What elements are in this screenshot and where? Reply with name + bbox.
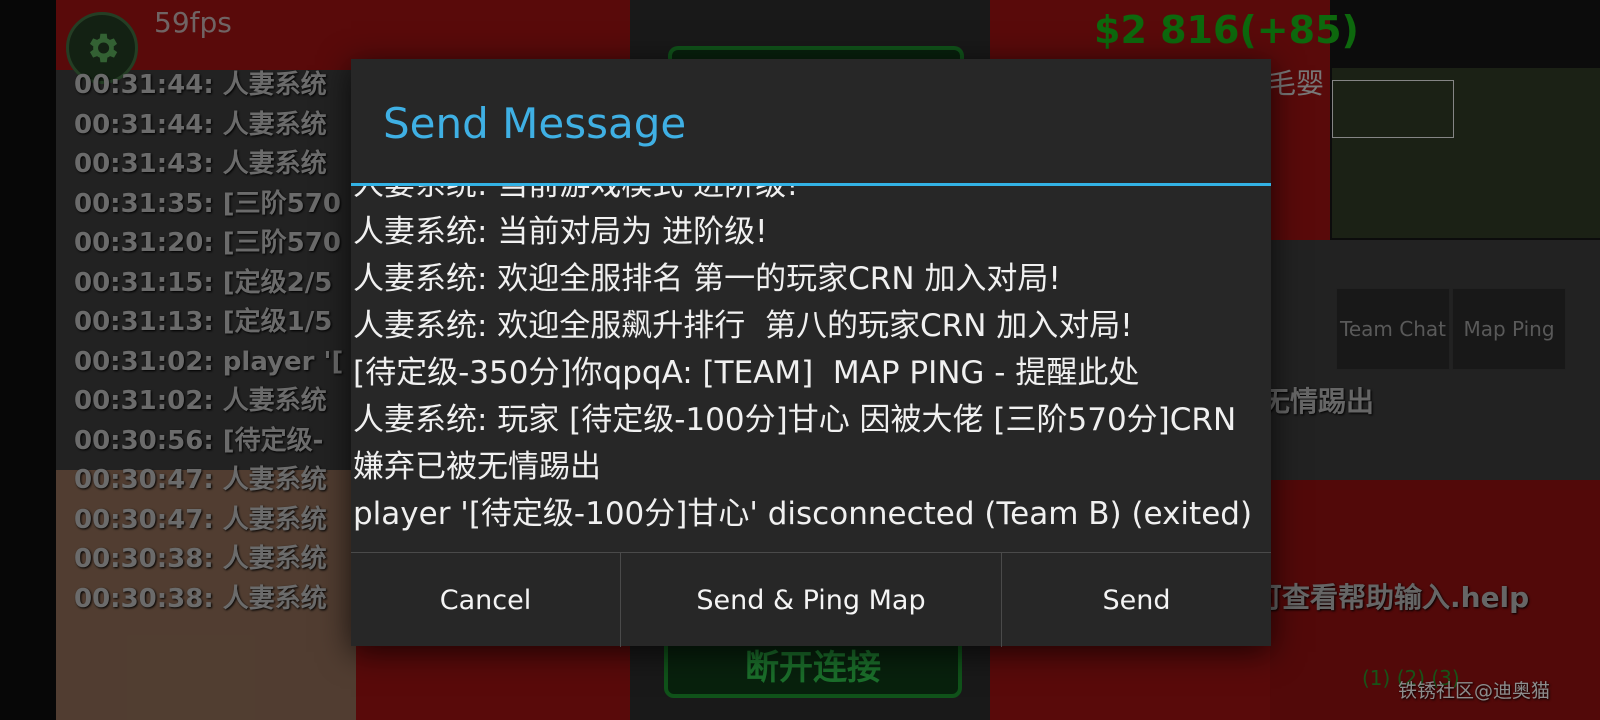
message-line: player '[待定级-100分]甘心' disconnected (Team… [353,496,1253,532]
message-line: 人妻系统: 当前游戏模式 进阶级! [353,186,1258,209]
message-line: 人妻系统: 当前对局为 进阶级! [353,214,768,250]
message-history[interactable]: 人妻系统: 当前游戏模式 进阶级! 人妻系统: 当前对局为 进阶级! 人妻系统:… [351,186,1271,612]
dialog-button-bar: Cancel Send & Ping Map Send [351,552,1271,647]
cancel-button[interactable]: Cancel [351,553,620,647]
message-line: 人妻系统: 欢迎全服飙升排行 第八的玩家CRN 加入对局! [353,308,1133,344]
send-and-ping-map-button[interactable]: Send & Ping Map [620,553,1001,647]
message-line: [待定级-350分]你qpqA: [TEAM] MAP PING - 提醒此处 [353,355,1140,391]
message-line: 人妻系统: 欢迎全服排名 第一的玩家CRN 加入对局! [353,261,1061,297]
dialog-title: Send Message [383,99,687,148]
send-message-dialog: Send Message 人妻系统: 当前游戏模式 进阶级! 人妻系统: 当前对… [351,59,1271,647]
send-button[interactable]: Send [1001,553,1271,647]
message-line: 人妻系统: 玩家 [待定级-100分]甘心 因被大佬 [三阶570分]CRN 嫌… [353,402,1246,485]
